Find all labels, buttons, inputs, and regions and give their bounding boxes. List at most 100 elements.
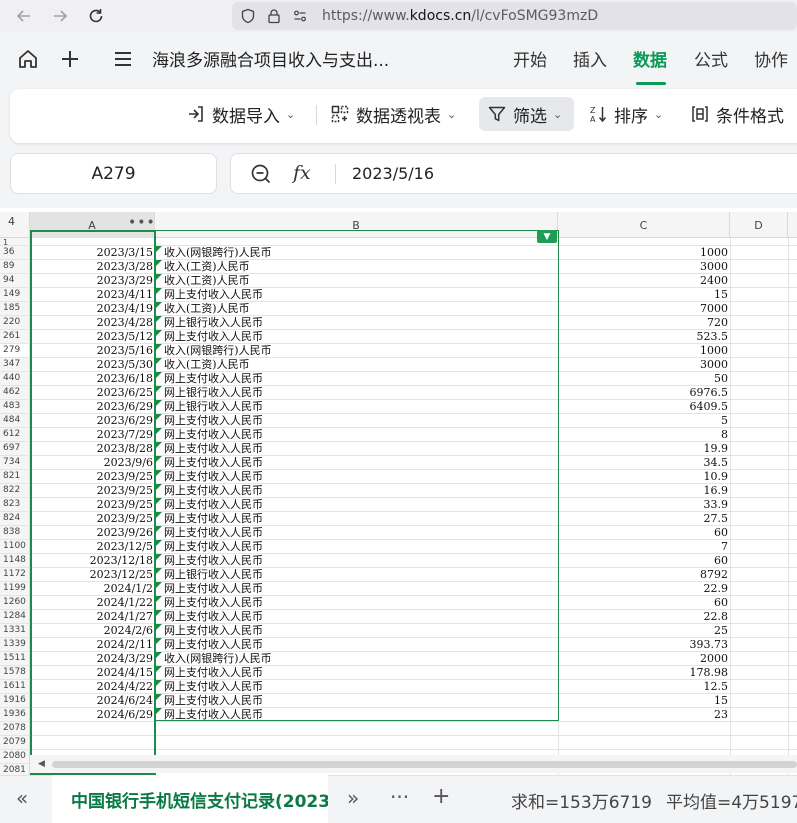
date-cell[interactable]: 2023/5/12 [30,330,155,343]
date-cell[interactable]: 2023/5/30 [30,358,155,371]
date-cell[interactable]: 2023/9/6 [30,456,155,469]
table-row[interactable]: 1916 2024/6/24 网上支付收入人民币 15 [0,694,797,708]
reload-button[interactable] [84,4,108,28]
row-number[interactable]: 2079 [0,736,30,749]
back-button[interactable] [12,4,36,28]
row-number[interactable]: 822 [0,484,30,497]
table-row[interactable]: 838 2023/9/26 网上支付收入人民币 60 [0,526,797,540]
table-row[interactable]: 612 2023/7/29 网上支付收入人民币 8 [0,428,797,442]
table-row[interactable]: 36 2023/3/15 收入(网银跨行)人民币 1000 [0,246,797,260]
amount-cell[interactable]: 393.73 [558,638,730,651]
description-cell[interactable]: 网上支付收入人民币 [155,680,558,693]
column-header-c[interactable]: C [558,212,730,238]
table-row[interactable]: 2078 [0,722,797,736]
more-dots-icon[interactable]: ••• [128,215,156,231]
date-cell[interactable]: 2024/2/11 [30,638,155,651]
document-title[interactable]: 海浪多源融合项目收入与支出... [152,46,389,71]
table-row[interactable]: 1199 2024/1/2 网上支付收入人民币 22.9 [0,582,797,596]
description-cell[interactable]: 网上支付收入人民币 [155,638,558,651]
date-cell[interactable]: 2023/3/15 [30,246,155,259]
table-row[interactable]: 185 2023/4/19 收入(工资)人民币 7000 [0,302,797,316]
row-number[interactable]: 1916 [0,694,30,707]
description-cell[interactable]: 网上支付收入人民币 [155,526,558,539]
amount-cell[interactable]: 8 [558,428,730,441]
row-number[interactable]: 1611 [0,680,30,693]
date-cell[interactable]: 2023/12/25 [30,568,155,581]
date-cell[interactable]: 2024/2/6 [30,624,155,637]
description-cell[interactable]: 网上支付收入人民币 [155,540,558,553]
row-number[interactable]: 1100 [0,540,30,553]
amount-cell[interactable]: 60 [558,596,730,609]
date-cell[interactable]: 2024/3/29 [30,652,155,665]
date-cell[interactable]: 2024/1/22 [30,596,155,609]
amount-cell[interactable]: 15 [558,694,730,707]
table-row[interactable]: 89 2023/3/28 收入(工资)人民币 3000 [0,260,797,274]
table-row[interactable]: 1578 2024/4/15 网上支付收入人民币 178.98 [0,666,797,680]
formula-input[interactable]: fx 2023/5/16 [230,153,797,194]
new-button[interactable] [58,47,82,71]
amount-cell[interactable]: 60 [558,554,730,567]
date-cell[interactable]: 2024/6/24 [30,694,155,707]
column-header-d[interactable]: D [730,212,788,238]
amount-cell[interactable]: 523.5 [558,330,730,343]
description-cell[interactable]: 收入(工资)人民币 [155,358,558,371]
amount-cell[interactable]: 15 [558,288,730,301]
date-cell[interactable]: 2023/5/16 [30,344,155,357]
table-row[interactable]: 697 2023/8/28 网上支付收入人民币 19.9 [0,442,797,456]
amount-cell[interactable]: 33.9 [558,498,730,511]
row-number[interactable]: 1578 [0,666,30,679]
table-row[interactable]: 823 2023/9/25 网上支付收入人民币 33.9 [0,498,797,512]
date-cell[interactable]: 2023/9/25 [30,512,155,525]
table-row[interactable]: 1284 2024/1/27 网上支付收入人民币 22.8 [0,610,797,624]
description-cell[interactable]: 网上支付收入人民币 [155,498,558,511]
amount-cell[interactable]: 1000 [558,246,730,259]
description-cell[interactable]: 网上支付收入人民币 [155,582,558,595]
tab-start[interactable]: 开始 [513,46,547,71]
table-row[interactable]: 1936 2024/6/29 网上支付收入人民币 23 [0,708,797,722]
table-row[interactable]: 484 2023/6/29 网上支付收入人民币 5 [0,414,797,428]
table-row[interactable]: 220 2023/4/28 网上银行收入人民币 720 [0,316,797,330]
description-cell[interactable]: 网上支付收入人民币 [155,442,558,455]
row-number[interactable]: 2080 [0,750,30,763]
first-sheet-icon[interactable]: « [16,786,28,810]
row-number[interactable]: 697 [0,442,30,455]
conditional-format-button[interactable]: 条件格式 [690,97,784,131]
row-number[interactable]: 89 [0,260,30,273]
amount-cell[interactable]: 3000 [558,260,730,273]
amount-cell[interactable]: 22.9 [558,582,730,595]
amount-cell[interactable]: 6976.5 [558,386,730,399]
amount-cell[interactable]: 178.98 [558,666,730,679]
row-number[interactable]: 821 [0,470,30,483]
tab-collaborate[interactable]: 协作 [754,46,788,71]
description-cell[interactable]: 收入(工资)人民币 [155,302,558,315]
table-row[interactable]: 822 2023/9/25 网上支付收入人民币 16.9 [0,484,797,498]
add-sheet-icon[interactable]: + [432,784,450,809]
row-number[interactable]: 462 [0,386,30,399]
row-number[interactable]: 440 [0,372,30,385]
filter-button[interactable]: 筛选 ⌄ [479,97,574,131]
date-cell[interactable]: 2023/9/25 [30,498,155,511]
row-number[interactable]: 1511 [0,652,30,665]
date-cell[interactable]: 2024/6/29 [30,708,155,721]
date-cell[interactable]: 2023/3/29 [30,274,155,287]
amount-cell[interactable]: 2400 [558,274,730,287]
amount-cell[interactable]: 7000 [558,302,730,315]
table-row[interactable]: 261 2023/5/12 网上支付收入人民币 523.5 [0,330,797,344]
next-sheets-icon[interactable]: » [347,786,359,810]
scrollbar-thumb[interactable] [52,761,797,768]
amount-cell[interactable]: 1000 [558,344,730,357]
date-cell[interactable]: 2024/1/2 [30,582,155,595]
description-cell[interactable]: 收入(网银跨行)人民币 [155,652,558,665]
amount-cell[interactable]: 19.9 [558,442,730,455]
table-row[interactable]: 734 2023/9/6 网上支付收入人民币 34.5 [0,456,797,470]
amount-cell[interactable]: 60 [558,526,730,539]
forward-button[interactable] [48,4,72,28]
row-number[interactable]: 838 [0,526,30,539]
row-number[interactable]: 279 [0,344,30,357]
fx-icon[interactable]: fx [293,162,311,184]
table-row[interactable]: 821 2023/9/25 网上支付收入人民币 10.9 [0,470,797,484]
lock-icon[interactable] [266,8,282,24]
row-number[interactable]: 261 [0,330,30,343]
description-cell[interactable]: 网上支付收入人民币 [155,456,558,469]
date-cell[interactable]: 2023/6/25 [30,386,155,399]
